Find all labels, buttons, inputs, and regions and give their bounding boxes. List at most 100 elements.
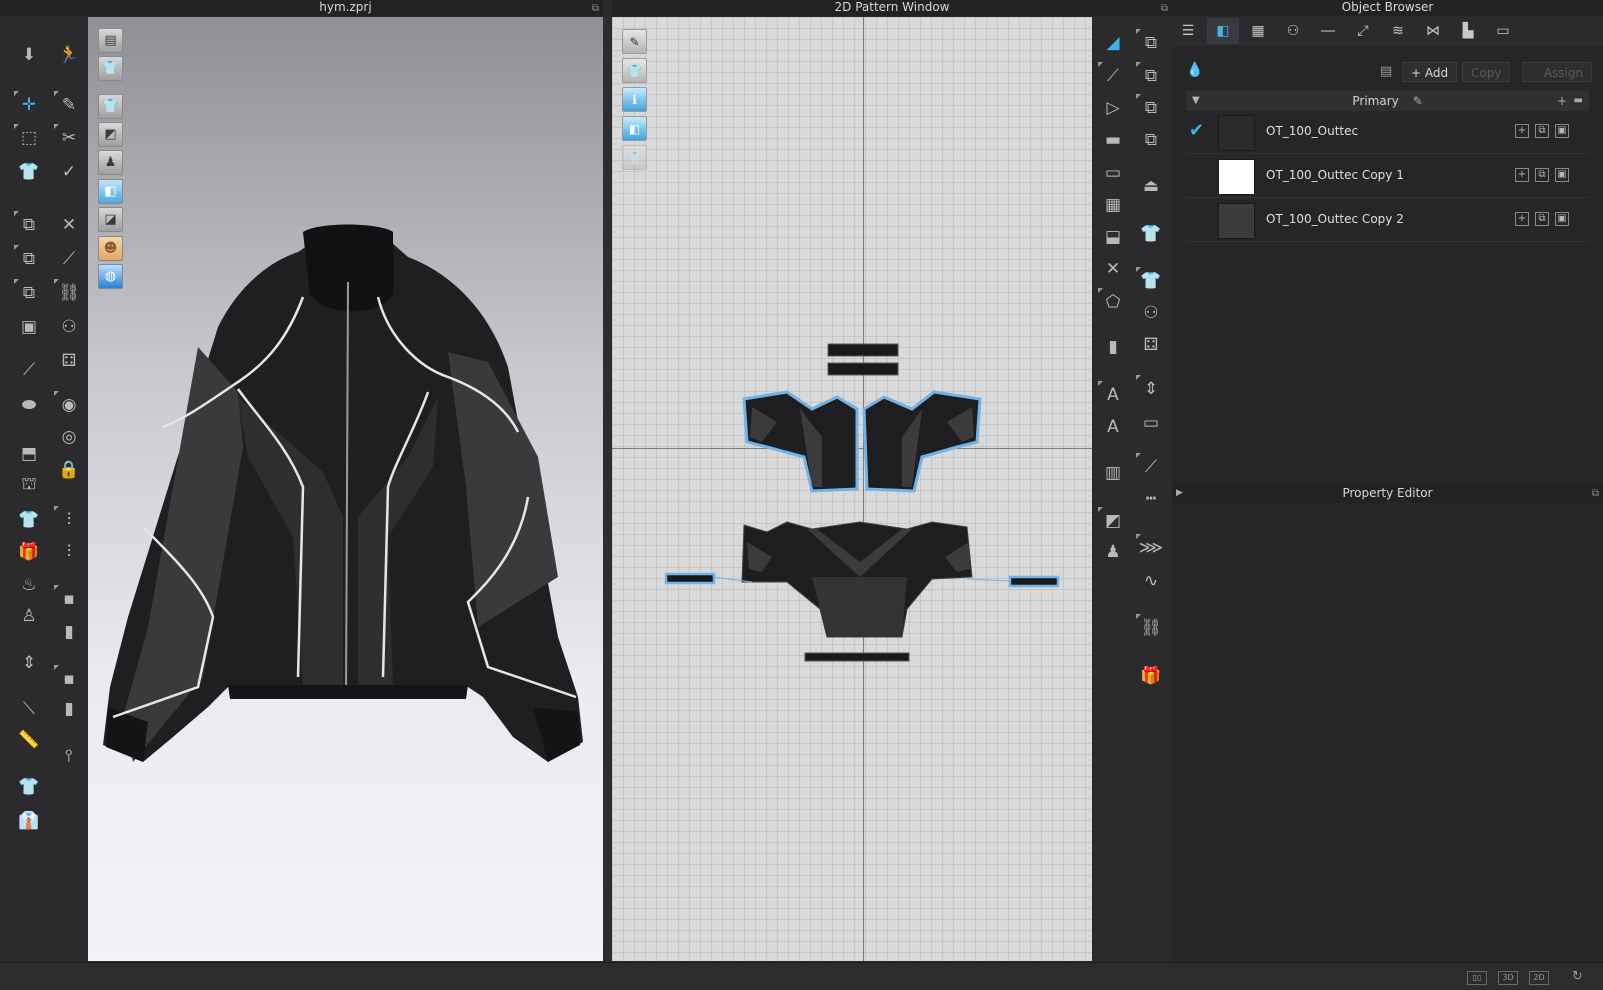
copy-item-icon[interactable]: ⧉ [1535,168,1549,182]
grading-icon[interactable]: ▥ [1100,460,1126,486]
figure-measure-icon[interactable]: ⇕ [16,650,42,676]
buttonhole-2d-icon[interactable]: ⚃ [1138,332,1164,358]
view-3d-button[interactable]: 3D [1498,971,1518,985]
edit-point-icon[interactable]: ⧉ [1136,62,1164,89]
rectangle-icon[interactable]: ▬ [1100,127,1126,153]
copy-item-icon[interactable]: ⧉ [1535,124,1549,138]
gift-icon[interactable]: 🎁 [16,539,42,565]
zigzag-icon[interactable]: ⋙ [1136,534,1164,561]
polygon-icon[interactable]: ▷ [1100,95,1126,121]
snap-icon[interactable]: ◎ [56,424,82,450]
tuck-icon[interactable]: ⧉ [14,245,42,272]
gradient2-icon[interactable]: ▮ [56,696,82,722]
popout-icon[interactable]: ⧉ [592,1,599,16]
edit-segment-icon[interactable]: ⧉ [1136,29,1164,56]
gizmo-move-icon[interactable]: ✛ [14,91,42,118]
drops-icon[interactable]: 💧 [1186,62,1203,78]
delete-item-icon[interactable]: ▣ [1555,124,1569,138]
expand-icon[interactable]: + [1515,124,1529,138]
split-icon[interactable]: ⫯ [56,743,82,769]
tab-bow-icon[interactable]: ⋈ [1417,18,1449,44]
fabric-list-item[interactable]: OT_100_Outtec Copy 1 + ⧉ ▣ [1186,155,1589,198]
trace-icon[interactable]: ⬓ [1100,224,1126,250]
line-2d-icon[interactable]: ⟋ [1136,453,1164,480]
viewport-3d[interactable]: ▤ 👕 👕 ◩ ♟ ◧ ◪ ☻ ◍ [88,17,603,961]
tab-fabric-icon[interactable]: ◧ [1207,18,1239,44]
tab-pattern-icon[interactable]: ▦ [1242,18,1274,44]
tab-topstitch-icon[interactable]: ⤢ [1347,18,1379,44]
popout-icon[interactable]: ⧉ [1161,1,1168,16]
zipper-pull-icon[interactable]: ⫶ [56,539,82,565]
dart-icon[interactable]: ⧉ [1138,127,1164,153]
sewing-icon[interactable]: ✂ [54,124,82,151]
fabric-2d-icon[interactable]: ◩ [1098,507,1126,534]
garment-icon[interactable]: 👕 [16,159,42,185]
refresh-icon[interactable]: ↻ [1572,969,1583,984]
zipper-icon[interactable]: ⫶ [54,506,82,533]
tape-2d-icon[interactable]: ▮ [1100,334,1126,360]
seam-icon[interactable]: ⟋ [56,246,82,272]
fabric-edit-icon[interactable]: ⬒ [16,441,42,467]
garment-fit-icon[interactable]: 👕 [16,774,42,800]
free-curve-icon[interactable]: ⬠ [1098,288,1126,315]
measure-2d-icon[interactable]: ⇕ [1136,375,1164,402]
bind-icon[interactable]: ▪ [54,585,82,612]
expand-icon[interactable]: + [1515,212,1529,226]
edit-pattern-icon[interactable]: ◢ [1100,30,1126,56]
ruler-icon[interactable]: 📏 [16,727,42,753]
pin-icon[interactable]: ✎ [54,91,82,118]
button-add-icon[interactable]: ◉ [54,391,82,418]
cut-icon[interactable]: ✕ [56,212,82,238]
delete-item-icon[interactable]: ▣ [1555,212,1569,226]
expand-arrow-icon[interactable]: ▶ [1176,485,1183,502]
fabric-list-item[interactable]: ✔ OT_100_Outtec + ⧉ ▣ [1186,111,1589,154]
stitch-icon[interactable]: ✓ [56,159,82,185]
avatar-pose-icon[interactable]: 🏃 [56,42,82,68]
garment-2d-icon[interactable]: 👕 [1138,221,1164,247]
view-2d-button[interactable]: 2D [1529,971,1549,985]
group-header-primary[interactable]: ▼ Primary ✎ + ▬ [1186,91,1589,111]
copy-item-icon[interactable]: ⧉ [1535,212,1549,226]
group-folder-icon[interactable]: ▬ [1574,91,1583,111]
tape-icon[interactable]: ⟍ [16,696,42,722]
iron-2d-icon[interactable]: ⏏ [1138,173,1164,199]
add-button[interactable]: + Add [1402,62,1458,82]
assign-button[interactable]: Assign [1522,62,1592,82]
tab-building-icon[interactable]: ▙ [1452,18,1484,44]
text-annotation-icon[interactable]: A [1098,381,1126,408]
expand-icon[interactable]: + [1515,168,1529,182]
tab-button-icon[interactable]: ⚇ [1277,18,1309,44]
collapse-icon[interactable]: ▼ [1192,91,1200,111]
fill-icon[interactable]: ▮ [56,619,82,645]
button-2d-icon[interactable]: ⚇ [1138,300,1164,326]
grid-select-icon[interactable]: ▦ [1100,192,1126,218]
viewport-divider[interactable] [603,16,611,962]
dash-line-icon[interactable]: ┅ [1138,486,1164,512]
folder-icon[interactable]: ▭ [1100,160,1126,186]
trim-icon[interactable]: ⛓ [54,279,82,306]
fold-icon[interactable]: ⧉ [14,211,42,238]
garment-pattern-icon[interactable]: 👔 [16,808,42,834]
gift-2d-icon[interactable]: 🎁 [1138,663,1164,689]
copy-button[interactable]: Copy [1462,62,1511,82]
stitch-wave-icon[interactable]: ∿ [1138,568,1164,594]
edit-curve-icon[interactable]: ⟋ [1098,62,1126,89]
tab-list-icon[interactable]: ☰ [1172,18,1204,44]
buttonhole-icon[interactable]: ⚃ [56,348,82,374]
measure-icon[interactable]: ▣ [16,314,42,340]
iron-icon[interactable]: ♨ [16,572,42,598]
layout-split-icon[interactable]: ▯▯ [1467,971,1487,985]
tab-line-icon[interactable]: ― [1312,18,1344,44]
line-icon[interactable]: ⟋ [16,357,42,383]
tshirt-2d-icon[interactable]: 👕 [1136,267,1164,294]
brush-icon[interactable]: ⬬ [16,392,42,418]
select-mesh-icon[interactable]: ⬚ [14,124,42,151]
rename-pencil-icon[interactable]: ✎ [1413,94,1423,108]
ruler-2d-icon[interactable]: ▭ [1138,410,1164,436]
text-icon[interactable]: A [1100,414,1126,440]
cut-sew-icon[interactable]: ✕ [1100,256,1126,282]
tshirt-icon[interactable]: 👕 [16,507,42,533]
move-down-icon[interactable]: ⬇ [16,42,42,68]
popout-icon[interactable]: ⧉ [1592,485,1599,502]
tab-ruler-icon[interactable]: ▭ [1487,18,1519,44]
